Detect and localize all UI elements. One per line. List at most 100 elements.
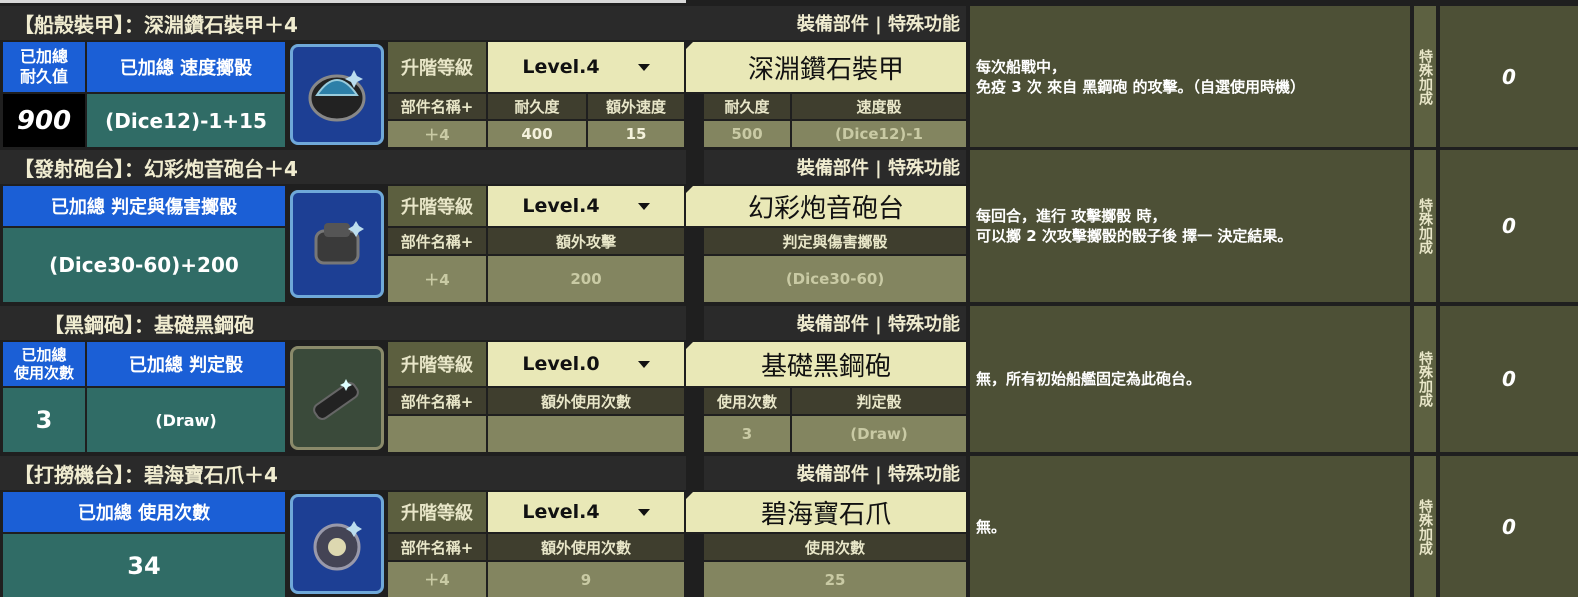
equip-section-label: 裝備部件 | 特殊功能 (796, 158, 960, 179)
part-name-text: 深淵鑽石裝甲 (747, 54, 904, 85)
col-header-part-plus: 部件名稱+ (388, 388, 486, 414)
part-name-text: 碧海寶石爪 (760, 499, 891, 530)
plus-value: ＋4 (388, 256, 486, 302)
col-header-part-plus: 部件名稱+ (388, 94, 486, 119)
description-line: 每次船戰中， (976, 57, 1067, 76)
upgrade-level-label: 升階等級 (388, 342, 486, 386)
total-speed-dice-value: (Dice12)-1+15 (87, 94, 285, 147)
col-header-base-speed-dice: 速度骰 (792, 94, 966, 119)
extra-speed-value: 15 (588, 121, 684, 147)
col-header-base-uses: 使用次數 (704, 534, 966, 560)
black-steel-cannon-icon (290, 346, 384, 450)
extra-uses-value: 9 (488, 562, 684, 597)
total-durability-label: 已加總 耐久值 (3, 42, 85, 92)
equip-section-label: 裝備部件 | 特殊功能 (796, 14, 960, 35)
row-header: 【打撈機台】：碧海寶石爪＋4 (0, 456, 686, 490)
col-header-extra-speed: 額外速度 (588, 94, 684, 119)
row-header: 【發射砲台】：幻彩炮音砲台＋4 (0, 150, 686, 184)
level-select[interactable]: Level.4 (488, 186, 684, 226)
row-header-right: 裝備部件 | 特殊功能 (704, 306, 966, 340)
description-line: 免疫 3 次 來自 黑鋼砲 的攻擊。（自選使用時機） (976, 77, 1306, 96)
description-line: 無，所有初始船艦固定為此砲台。 (976, 370, 1202, 388)
special-function-description: 無，所有初始船艦固定為此砲台。 (970, 306, 1410, 452)
row-header: 【船殼裝甲】：深淵鑽石裝甲＋4 裝備部件 | 特殊功能 (0, 6, 966, 40)
special-bonus-label: 特殊加成 (1414, 6, 1436, 147)
total-uses-value: 3 (3, 388, 85, 452)
caret-down-icon (637, 508, 650, 516)
description-line: 無。 (976, 517, 1007, 536)
col-header-hit-dice: 判定骰 (792, 388, 966, 414)
caret-down-icon (637, 63, 650, 71)
special-bonus-value: 0 (1440, 6, 1578, 147)
caret-down-icon (637, 360, 650, 368)
part-header-title: 【打撈機台】：碧海寶石爪＋4 (14, 462, 278, 487)
col-header-part-plus: 部件名稱+ (388, 534, 486, 560)
special-bonus-value: 0 (1440, 150, 1578, 302)
total-speed-dice-label: 已加總 速度擲骰 (87, 42, 285, 92)
total-hit-damage-dice-label: 已加總 判定與傷害擲骰 (3, 186, 285, 226)
row-header-right: 裝備部件 | 特殊功能 (704, 456, 966, 490)
col-header-extra-durability: 耐久度 (488, 94, 586, 119)
level-select[interactable]: Level.4 (488, 42, 684, 92)
col-header-hit-damage-dice: 判定與傷害擲骰 (704, 228, 966, 254)
special-function-description: 每次船戰中， 免疫 3 次 來自 黑鋼砲 的攻擊。（自選使用時機） (970, 6, 1410, 147)
row-header-right: 裝備部件 | 特殊功能 (704, 150, 966, 184)
plus-value: ＋4 (388, 562, 486, 597)
cannon-turret-icon (290, 190, 384, 298)
part-header-title: 【船殼裝甲】：深淵鑽石裝甲＋4 (14, 12, 298, 37)
part-name-display: 碧海寶石爪 (686, 492, 966, 532)
description-line: 每回合，進行 攻擊擲骰 時， (976, 207, 1167, 225)
col-header-extra-uses: 額外使用次數 (488, 534, 684, 560)
total-hit-damage-dice-value: (Dice30-60)+200 (3, 228, 285, 302)
level-select[interactable]: Level.0 (488, 342, 684, 386)
col-header-part-plus: 部件名稱+ (388, 228, 486, 254)
col-header-base-durability: 耐久度 (704, 94, 790, 119)
base-durability-value: 500 (704, 121, 790, 147)
part-name-text: 基礎黑鋼砲 (760, 351, 891, 382)
level-select[interactable]: Level.4 (488, 492, 684, 532)
part-header-title: 【發射砲台】：幻彩炮音砲台＋4 (14, 156, 298, 181)
upgrade-level-label: 升階等級 (388, 186, 486, 226)
plus-value: ＋4 (388, 121, 486, 147)
total-hit-dice-label: 已加總 判定骰 (87, 342, 285, 386)
col-header-extra-attack: 額外攻擊 (488, 228, 684, 254)
diamond-armor-icon (290, 44, 384, 145)
upgrade-level-label: 升階等級 (388, 42, 486, 92)
row-header: 【黑鋼砲】：基礎黑鋼砲 (0, 306, 686, 340)
total-durability-value: 900 (3, 94, 85, 147)
level-select-value: Level.4 (522, 56, 600, 78)
col-header-base-uses: 使用次數 (704, 388, 790, 414)
extra-uses-value (488, 416, 684, 452)
col-header-extra-uses: 額外使用次數 (488, 388, 684, 414)
base-uses-value: 3 (704, 416, 790, 452)
extra-durability-value: 400 (488, 121, 586, 147)
total-uses-label: 已加總 使用次數 (3, 342, 85, 386)
equip-section-label: 裝備部件 | 特殊功能 (796, 314, 960, 335)
top-divider (0, 0, 686, 3)
extra-attack-value: 200 (488, 256, 684, 302)
plus-value (388, 416, 486, 452)
level-select-value: Level.0 (522, 353, 600, 375)
hit-damage-dice-value: (Dice30-60) (704, 256, 966, 302)
special-bonus-value: 0 (1440, 306, 1578, 452)
part-name-text: 幻彩炮音砲台 (747, 193, 904, 224)
hit-dice-value: (Draw) (792, 416, 966, 452)
special-bonus-value: 0 (1440, 456, 1578, 597)
special-bonus-label: 特殊加成 (1414, 306, 1436, 452)
gem-claw-icon (290, 494, 384, 594)
part-name-display: 幻彩炮音砲台 (686, 186, 966, 226)
base-speed-dice-value: (Dice12)-1 (792, 121, 966, 147)
special-function-description: 無。 (970, 456, 1410, 597)
total-hit-dice-value: (Draw) (87, 388, 285, 452)
description-line: 可以擲 2 次攻擊擲骰的骰子後 擇一 決定結果。 (976, 227, 1293, 245)
total-uses-label: 已加總 使用次數 (3, 492, 285, 532)
upgrade-level-label: 升階等級 (388, 492, 486, 532)
part-name-display: 深淵鑽石裝甲 (686, 42, 966, 92)
special-function-description: 每回合，進行 攻擊擲骰 時， 可以擲 2 次攻擊擲骰的骰子後 擇一 決定結果。 (970, 150, 1410, 302)
total-uses-value: 34 (3, 534, 285, 597)
special-bonus-label: 特殊加成 (1414, 456, 1436, 597)
special-bonus-label: 特殊加成 (1414, 150, 1436, 302)
level-select-value: Level.4 (522, 501, 600, 523)
equip-section-label: 裝備部件 | 特殊功能 (796, 464, 960, 485)
level-select-value: Level.4 (522, 195, 600, 217)
